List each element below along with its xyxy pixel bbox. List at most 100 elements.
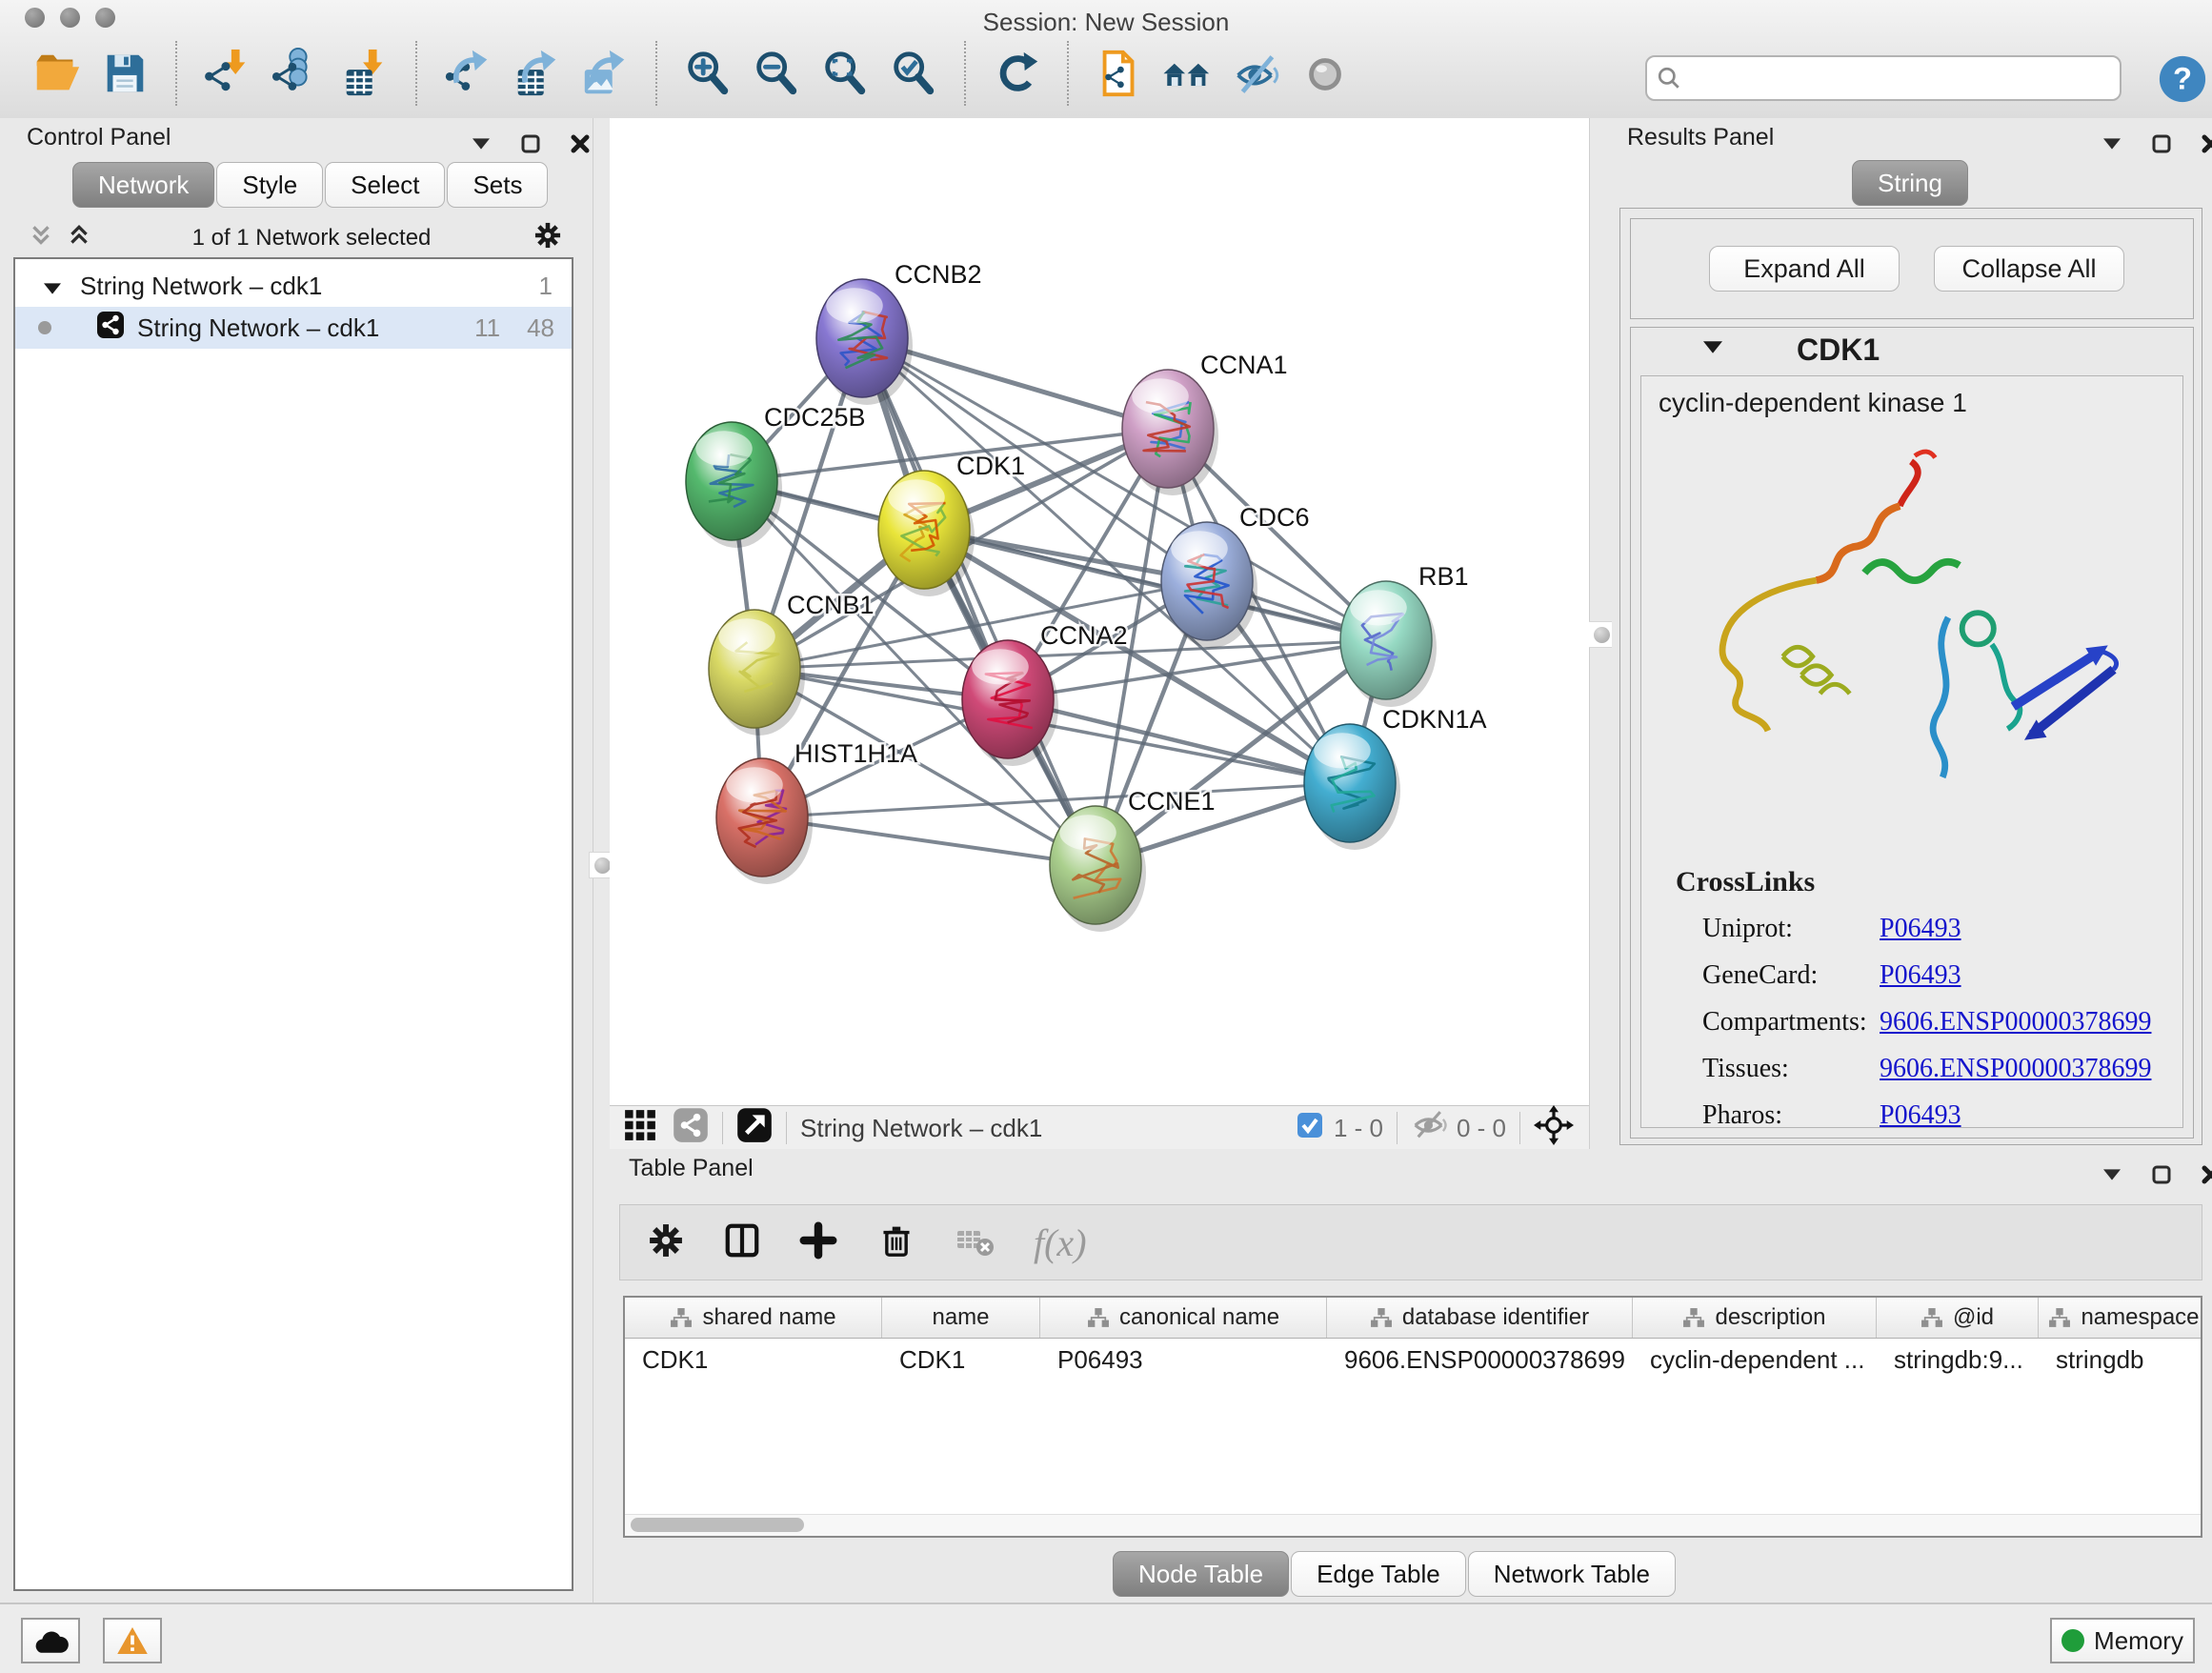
protein-expand-triangle-icon[interactable] bbox=[1703, 341, 1722, 358]
tab-network-table[interactable]: Network Table bbox=[1468, 1551, 1676, 1597]
tab-edge-table[interactable]: Edge Table bbox=[1291, 1551, 1466, 1597]
node-table[interactable]: shared namenamecanonical namedatabase id… bbox=[623, 1296, 2202, 1538]
expand-all-button[interactable]: Expand All bbox=[1709, 246, 1900, 292]
left-splitter[interactable] bbox=[593, 118, 612, 1602]
export-network-icon[interactable] bbox=[440, 40, 495, 107]
hidden-eye-icon[interactable] bbox=[1411, 1109, 1449, 1148]
show-eye-icon[interactable] bbox=[1297, 40, 1353, 107]
column-header-@id[interactable]: @id bbox=[1877, 1298, 2039, 1338]
zoom-fit-icon[interactable] bbox=[817, 40, 873, 107]
node-RB1[interactable]: RB1 bbox=[1340, 562, 1469, 707]
share-document-icon[interactable] bbox=[1092, 40, 1147, 107]
tab-style[interactable]: Style bbox=[216, 162, 323, 208]
memory-button[interactable]: Memory bbox=[2050, 1618, 2195, 1663]
table-cell[interactable]: CDK1 bbox=[625, 1345, 882, 1375]
column-header-database-identifier[interactable]: database identifier bbox=[1327, 1298, 1633, 1338]
expand-all-chevrons-icon[interactable] bbox=[67, 223, 91, 252]
node-CCNB2[interactable]: CCNB2 bbox=[816, 260, 982, 405]
column-header-canonical-name[interactable]: canonical name bbox=[1040, 1298, 1327, 1338]
crosslink-link[interactable]: P06493 bbox=[1880, 914, 1961, 944]
column-header-name[interactable]: name bbox=[882, 1298, 1040, 1338]
tab-node-table[interactable]: Node Table bbox=[1113, 1551, 1289, 1597]
crosslink-row: Compartments:9606.ENSP00000378699 bbox=[1702, 1007, 2182, 1038]
node-CCNE1[interactable]: CCNE1 bbox=[1050, 787, 1216, 932]
network-row-selected[interactable]: String Network – cdk1 11 48 bbox=[15, 307, 572, 349]
options-gear-icon[interactable] bbox=[532, 219, 564, 256]
panel-close-icon[interactable] bbox=[564, 130, 596, 158]
network-graph[interactable]: CCNB2 CCNA1 CDC25B CDK1 CDC6 RB1 CCNB1 bbox=[610, 118, 1589, 1105]
node-CCNA1[interactable]: CCNA1 bbox=[1122, 351, 1288, 495]
table-horizontal-scrollbar[interactable] bbox=[625, 1514, 2201, 1536]
collapse-all-button[interactable]: Collapse All bbox=[1934, 246, 2124, 292]
table-cell[interactable]: P06493 bbox=[1040, 1345, 1327, 1375]
open-session-icon[interactable] bbox=[29, 40, 84, 107]
table-cell[interactable]: stringdb:9... bbox=[1877, 1345, 2039, 1375]
crosslink-link[interactable]: 9606.ENSP00000378699 bbox=[1880, 1007, 2151, 1038]
table-cell[interactable]: stringdb bbox=[2039, 1345, 2202, 1375]
right-splitter-knob[interactable] bbox=[1588, 621, 1615, 648]
table-row[interactable]: CDK1CDK1P064939606.ENSP00000378699cyclin… bbox=[625, 1339, 2201, 1381]
right-splitter[interactable] bbox=[1589, 118, 1614, 1149]
table-toolbar: f(x) bbox=[619, 1204, 2202, 1280]
birdseye-icon[interactable] bbox=[736, 1107, 773, 1150]
panel-close-icon[interactable] bbox=[2195, 130, 2212, 158]
pan-crosshair-icon[interactable] bbox=[1534, 1105, 1574, 1152]
settings-gear-icon[interactable] bbox=[645, 1219, 687, 1266]
string-network-icon bbox=[95, 310, 126, 347]
panel-menu-triangle-icon[interactable] bbox=[2096, 1160, 2128, 1189]
search-input[interactable] bbox=[1681, 64, 2120, 92]
network-collection-row[interactable]: String Network – cdk1 1 bbox=[15, 265, 572, 307]
zoom-selected-icon[interactable] bbox=[886, 40, 941, 107]
table-tabs: Node TableEdge TableNetwork Table bbox=[1113, 1551, 1678, 1597]
network-tree: String Network – cdk1 1 String Network –… bbox=[13, 257, 573, 1591]
node-HIST1H1A[interactable]: HIST1H1A bbox=[716, 739, 917, 884]
panel-float-icon[interactable] bbox=[2145, 130, 2178, 158]
export-image-icon[interactable] bbox=[577, 40, 633, 107]
export-table-icon[interactable] bbox=[509, 40, 564, 107]
column-header-namespace[interactable]: namespace bbox=[2039, 1298, 2202, 1338]
help-button[interactable]: ? bbox=[2157, 53, 2208, 110]
delete-trash-icon[interactable] bbox=[875, 1219, 917, 1266]
panel-float-icon[interactable] bbox=[514, 130, 547, 158]
crosslink-link[interactable]: P06493 bbox=[1880, 1100, 1961, 1131]
crosslink-link[interactable]: P06493 bbox=[1880, 960, 1961, 991]
import-database-icon[interactable] bbox=[269, 40, 324, 107]
cloud-button[interactable] bbox=[21, 1618, 80, 1663]
selected-checkbox-icon[interactable] bbox=[1296, 1111, 1324, 1146]
table-cell[interactable]: cyclin-dependent ... bbox=[1633, 1345, 1877, 1375]
collapse-all-chevrons-icon[interactable] bbox=[29, 223, 53, 252]
node-CDKN1A[interactable]: CDKN1A bbox=[1304, 705, 1487, 850]
tab-sets[interactable]: Sets bbox=[447, 162, 548, 208]
panel-menu-triangle-icon[interactable] bbox=[465, 130, 497, 158]
warning-button[interactable] bbox=[103, 1618, 162, 1663]
table-cell[interactable]: 9606.ENSP00000378699 bbox=[1327, 1345, 1633, 1375]
panel-close-icon[interactable] bbox=[2195, 1160, 2212, 1189]
scrollbar-thumb[interactable] bbox=[631, 1518, 804, 1532]
panel-menu-triangle-icon[interactable] bbox=[2096, 130, 2128, 158]
hide-panels-icon[interactable] bbox=[1229, 40, 1284, 107]
tab-network[interactable]: Network bbox=[72, 162, 214, 208]
import-table-icon[interactable] bbox=[337, 40, 392, 107]
column-header-shared-name[interactable]: shared name bbox=[625, 1298, 882, 1338]
zoom-out-icon[interactable] bbox=[749, 40, 804, 107]
tab-select[interactable]: Select bbox=[325, 162, 445, 208]
panel-float-icon[interactable] bbox=[2145, 1160, 2178, 1189]
grid-icon[interactable] bbox=[623, 1108, 657, 1149]
share-icon[interactable] bbox=[673, 1107, 709, 1150]
search-box[interactable] bbox=[1645, 55, 2122, 101]
save-session-icon[interactable] bbox=[97, 40, 152, 107]
string-homes-icon[interactable] bbox=[1160, 40, 1216, 107]
tab-string[interactable]: String bbox=[1852, 160, 1968, 206]
add-column-icon[interactable] bbox=[797, 1219, 839, 1266]
network-canvas[interactable]: CCNB2 CCNA1 CDC25B CDK1 CDC6 RB1 CCNB1 bbox=[610, 118, 1589, 1105]
edge-CCNB2-CCNE1[interactable] bbox=[862, 338, 1096, 865]
zoom-in-icon[interactable] bbox=[680, 40, 735, 107]
column-header-description[interactable]: description bbox=[1633, 1298, 1877, 1338]
node-label-CDKN1A: CDKN1A bbox=[1382, 705, 1487, 734]
refresh-icon[interactable] bbox=[989, 40, 1044, 107]
table-cell[interactable]: CDK1 bbox=[882, 1345, 1040, 1375]
split-columns-icon[interactable] bbox=[719, 1219, 765, 1266]
import-network-icon[interactable] bbox=[200, 40, 255, 107]
tree-expand-triangle-icon[interactable] bbox=[44, 272, 61, 301]
crosslink-link[interactable]: 9606.ENSP00000378699 bbox=[1880, 1054, 2151, 1084]
